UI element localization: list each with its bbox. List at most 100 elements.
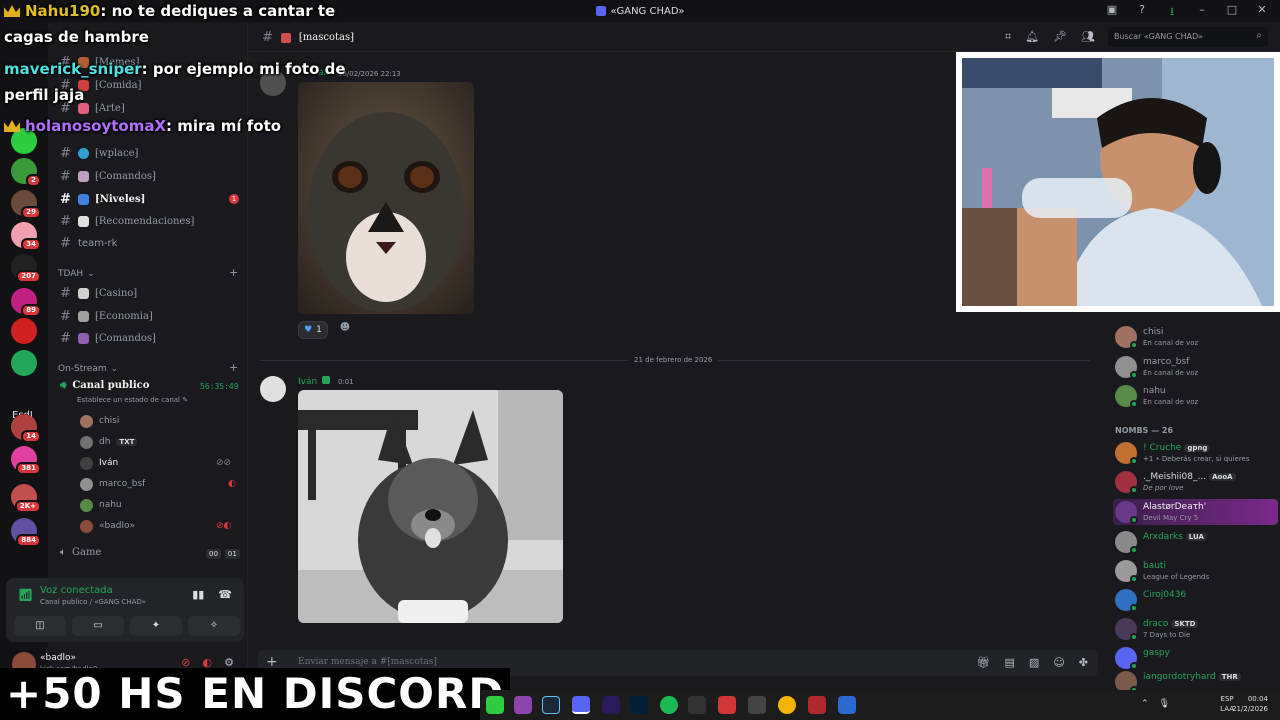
- window-title-text: «GANG CHAD»: [610, 5, 685, 17]
- sticker-icon[interactable]: ▨: [1029, 656, 1039, 669]
- puppy-photo[interactable]: [298, 390, 563, 623]
- channel-wplace[interactable]: # ⁅wplace⁆: [60, 143, 138, 163]
- server-icon[interactable]: 884: [11, 518, 41, 547]
- disconnect-icon[interactable]: ☎: [218, 588, 232, 601]
- valorant-icon[interactable]: [718, 696, 736, 714]
- server-icon[interactable]: [11, 318, 37, 344]
- member-item[interactable]: nahu En canal de voz: [1113, 383, 1278, 409]
- bell-icon[interactable]: 🔔︎: [1025, 30, 1039, 44]
- download-icon[interactable]: ⭳: [1164, 3, 1180, 22]
- deafened-icon: ⊘⊘: [216, 458, 232, 468]
- server-icon[interactable]: 2: [11, 158, 41, 187]
- app-icon[interactable]: [486, 696, 504, 714]
- voice-location[interactable]: Canal publico / «GANG CHAD»: [40, 598, 146, 606]
- voice-user[interactable]: nahu: [80, 495, 122, 515]
- channel-niveles[interactable]: # ⁅Niveles⁆: [60, 189, 145, 209]
- spotify-icon[interactable]: [660, 696, 678, 714]
- stream-caption: +50 HS EN DISCORD: [0, 668, 511, 720]
- gif-icon[interactable]: ▤: [1005, 656, 1015, 669]
- search-input[interactable]: Buscar «GANG CHAD» ⌕: [1108, 27, 1268, 47]
- app-icon[interactable]: [688, 696, 706, 714]
- voice-channel-canal-publico[interactable]: 🔊︎ Canal publico: [60, 380, 149, 391]
- app-icon[interactable]: [514, 696, 532, 714]
- reaction-count: 1: [316, 325, 322, 335]
- channel-economia[interactable]: # ⁅Economia⁆: [60, 306, 153, 326]
- minimize-icon[interactable]: –: [1194, 3, 1210, 22]
- pin-icon[interactable]: 📌︎: [1053, 30, 1067, 44]
- member-item[interactable]: gaspy: [1113, 645, 1278, 671]
- message-author[interactable]: Iván: [298, 377, 317, 387]
- member-item[interactable]: Ciroj0436: [1113, 587, 1278, 613]
- channel-recomendaciones[interactable]: # ⁅Recomendaciones⁆: [60, 211, 194, 231]
- voice-user[interactable]: dh TXT: [80, 432, 138, 452]
- emoji-icon[interactable]: ☺: [1053, 656, 1064, 669]
- member-item[interactable]: ._Meishii08_... AooA De por love: [1113, 469, 1278, 495]
- inbox-icon[interactable]: ▣: [1104, 3, 1120, 22]
- server-icon[interactable]: [11, 350, 37, 376]
- chrome-icon[interactable]: [778, 696, 796, 714]
- category-tdah[interactable]: TDAH ⌄: [58, 269, 95, 279]
- voice-channel-game[interactable]: 🔈︎ Game: [60, 547, 101, 558]
- server-badge: 381: [16, 462, 41, 475]
- channel-status[interactable]: Establece un estado de canal ✎: [77, 396, 188, 404]
- member-item[interactable]: Arxdarks LUA: [1113, 529, 1278, 555]
- photoshop-icon[interactable]: [630, 696, 648, 714]
- server-icon[interactable]: 29: [11, 190, 41, 219]
- channel-comandos[interactable]: # ⁅Comandos⁆: [60, 166, 156, 186]
- server-icon[interactable]: 89: [11, 288, 41, 317]
- voice-user[interactable]: chisi: [80, 411, 119, 431]
- member-item[interactable]: ! Cruche gpng +1 • Deberás crear, si quier…: [1113, 440, 1278, 466]
- server-icon[interactable]: 34: [11, 222, 41, 251]
- voice-channel-label: Canal publico: [72, 380, 150, 391]
- app-icon[interactable]: [748, 696, 766, 714]
- server-icon[interactable]: 207: [11, 254, 41, 283]
- add-channel-icon[interactable]: +: [229, 266, 238, 279]
- channel-comandos-tdah[interactable]: # ⁅Comandos⁆: [60, 328, 156, 348]
- cat-photo[interactable]: [298, 82, 474, 314]
- server-icon[interactable]: 2K+: [11, 484, 41, 513]
- channel-team-rk[interactable]: # team-rk: [60, 233, 117, 253]
- share-screen-button[interactable]: ▭: [72, 616, 124, 636]
- server-icon[interactable]: 381: [11, 446, 41, 475]
- category-on-stream[interactable]: On-Stream ⌄: [58, 364, 118, 374]
- discord-icon[interactable]: [572, 696, 590, 714]
- apps-icon[interactable]: ✤: [1079, 656, 1088, 669]
- chevron-up-icon[interactable]: ⌃: [1141, 699, 1149, 709]
- chat-message: holanosoytomaX: mira mí foto: [4, 117, 281, 135]
- member-activity: Devil May Cry 5: [1143, 514, 1199, 522]
- member-item[interactable]: draco SKTD 7 Days to Die: [1113, 616, 1278, 642]
- chat-message-cont: cagas de hambre: [4, 28, 149, 46]
- premiere-icon[interactable]: [602, 696, 620, 714]
- member-item[interactable]: chisi En canal de voz: [1113, 324, 1278, 350]
- steam-icon[interactable]: [542, 696, 560, 714]
- server-icon[interactable]: 14: [11, 414, 41, 443]
- member-item[interactable]: AlastørDeaτh' Devil May Cry 5: [1113, 499, 1278, 525]
- voice-user[interactable]: Iván: [80, 453, 118, 473]
- voice-user[interactable]: «badlo»: [80, 516, 135, 536]
- signal-icon[interactable]: 📶︎: [18, 588, 33, 602]
- members-icon[interactable]: 👥︎: [1081, 30, 1095, 44]
- member-item[interactable]: marco_bsf En canal de voz: [1113, 354, 1278, 380]
- app-icon[interactable]: [838, 696, 856, 714]
- noise-suppression-icon[interactable]: ▮▮: [192, 588, 204, 601]
- voice-user[interactable]: marco_bsf: [80, 474, 145, 494]
- mic-icon[interactable]: 🎙︎: [1159, 699, 1170, 709]
- system-clock[interactable]: 00:04 21/2/2026: [1232, 694, 1268, 714]
- member-item[interactable]: bauti League of Legends: [1113, 558, 1278, 584]
- close-icon[interactable]: ✕: [1254, 3, 1270, 22]
- add-channel-icon[interactable]: +: [229, 361, 238, 374]
- category-label: On-Stream: [58, 364, 107, 374]
- channel-casino[interactable]: # ⁅Casino⁆: [60, 283, 137, 303]
- threads-icon[interactable]: ⌗: [1005, 30, 1011, 44]
- member-name: Arxdarks: [1143, 532, 1183, 542]
- avatar[interactable]: [260, 376, 286, 402]
- soundboard-button[interactable]: ✧: [188, 616, 240, 636]
- gift-icon[interactable]: 🎁︎: [977, 656, 991, 669]
- reaction-heart[interactable]: ♥ 1: [298, 321, 328, 339]
- activities-button[interactable]: ✦: [130, 616, 182, 636]
- help-icon[interactable]: ?: [1134, 3, 1150, 22]
- maximize-icon[interactable]: □: [1224, 3, 1240, 22]
- camera-off-button[interactable]: ◫: [14, 616, 66, 636]
- add-reaction-icon[interactable]: ☻: [336, 322, 354, 338]
- app-icon[interactable]: [808, 696, 826, 714]
